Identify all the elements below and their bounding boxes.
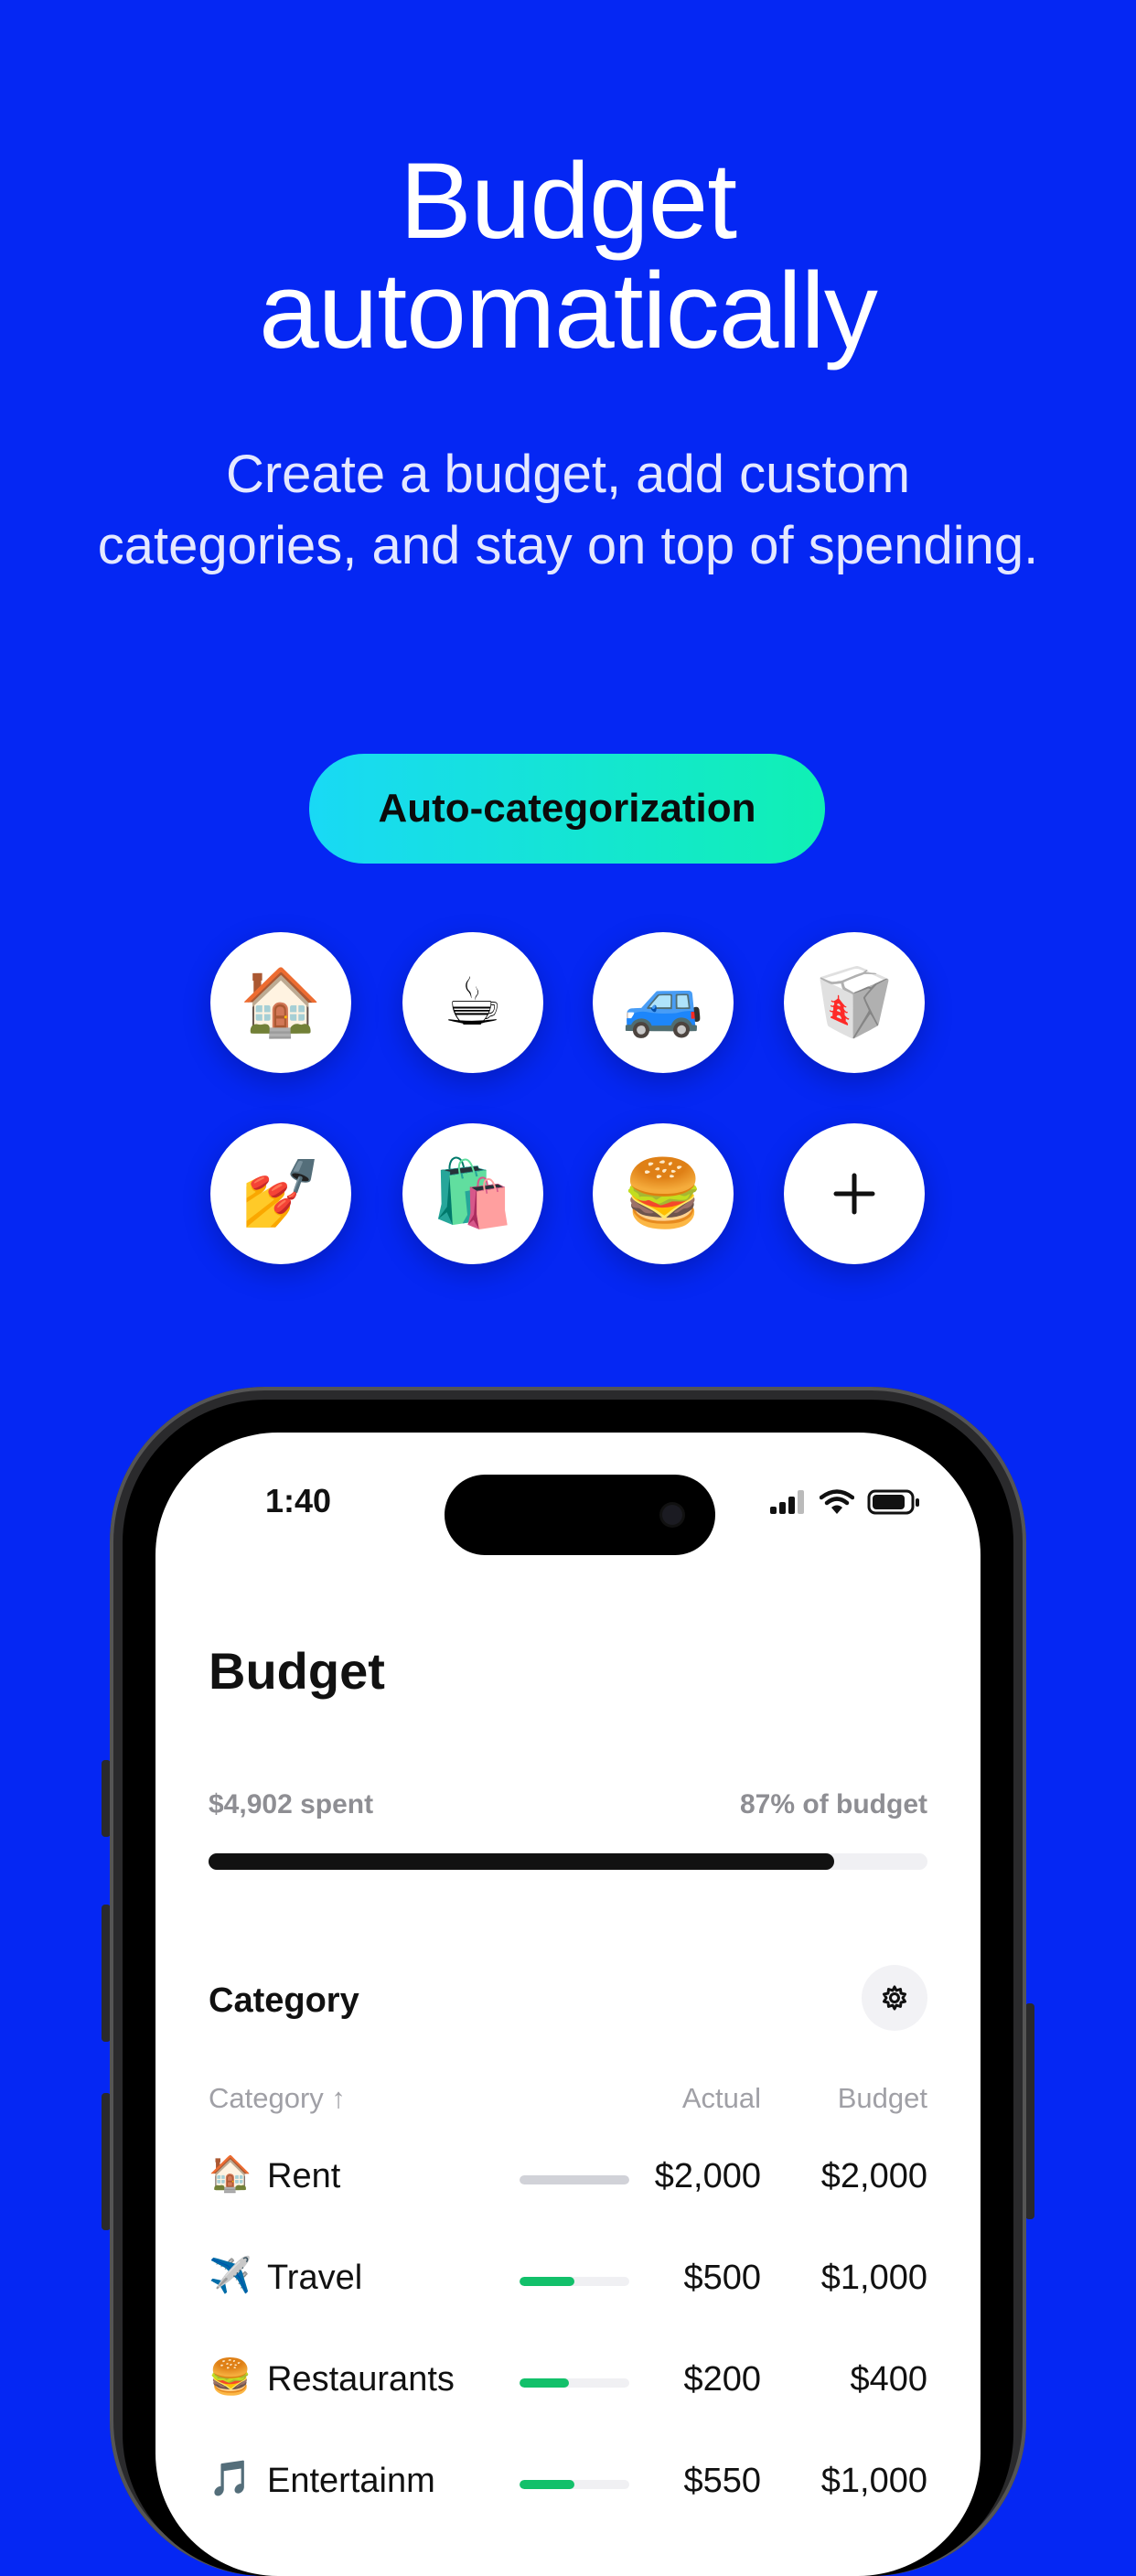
table-row[interactable]: ✈️ Travel $500 $1,000	[155, 2244, 981, 2317]
category-progress-bar	[520, 2277, 629, 2286]
category-settings-button[interactable]	[862, 1965, 927, 2031]
house-icon[interactable]: 🏠	[210, 932, 351, 1073]
column-header-budget[interactable]: Budget	[838, 2082, 927, 2115]
actual-amount: $550	[683, 2462, 761, 2500]
budget-amount: $400	[850, 2360, 927, 2399]
hero-headline: Budget automatically	[0, 146, 1136, 366]
hero-subtitle: Create a budget, add custom categories, …	[0, 439, 1136, 582]
subtitle-line-2: categories, and stay on top of spending.	[97, 516, 1039, 575]
house-icon: 🏠	[209, 2155, 252, 2194]
nail-polish-icon[interactable]: 💅	[210, 1123, 351, 1264]
coffee-icon[interactable]: ☕	[402, 932, 543, 1073]
dynamic-island	[445, 1475, 715, 1555]
column-header-actual[interactable]: Actual	[682, 2082, 761, 2115]
category-progress-bar	[520, 2175, 629, 2184]
actual-amount: $500	[683, 2259, 761, 2297]
status-time: 1:40	[265, 1482, 332, 1519]
budget-progress-fill	[209, 1853, 834, 1870]
car-icon[interactable]: 🚙	[593, 932, 734, 1073]
wifi-icon	[820, 1489, 854, 1514]
category-name: Rent	[267, 2157, 341, 2195]
phone-mockup: 1:40 Budget $4,902 spent 87% of budget C…	[110, 1387, 1026, 2576]
category-name: Restaurants	[267, 2360, 455, 2399]
burger-icon[interactable]: 🍔	[593, 1123, 734, 1264]
shopping-bags-icon[interactable]: 🛍️	[402, 1123, 543, 1264]
category-progress-fill	[520, 2378, 569, 2388]
headline-line-1: Budget	[400, 141, 737, 262]
battery-icon	[867, 1489, 919, 1515]
add-category-button[interactable]	[784, 1123, 925, 1264]
plus-icon	[833, 1173, 875, 1215]
table-row[interactable]: 🍔 Restaurants $200 $400	[155, 2345, 981, 2419]
category-progress-bar	[520, 2378, 629, 2388]
takeout-box-icon[interactable]: 🥡	[784, 932, 925, 1073]
cellular-signal-icon	[770, 1490, 804, 1514]
auto-categorization-pill: Auto-categorization	[309, 754, 825, 864]
table-row[interactable]: 🎵 Entertainm $550 $1,000	[155, 2447, 981, 2520]
headline-line-2: automatically	[259, 251, 878, 371]
category-progress-fill	[520, 2480, 574, 2489]
budget-progress-bar	[209, 1853, 927, 1870]
category-progress-fill	[520, 2277, 574, 2286]
table-row[interactable]: 🏠 Rent $2,000 $2,000	[155, 2142, 981, 2216]
budget-screen-title: Budget	[209, 1642, 385, 1700]
camera-icon	[662, 1505, 682, 1525]
budget-amount: $1,000	[820, 2462, 927, 2500]
actual-amount: $2,000	[654, 2157, 761, 2195]
spent-amount: $4,902 spent	[209, 1789, 374, 1819]
category-progress-bar	[520, 2480, 629, 2489]
column-header-category[interactable]: Category ↑	[209, 2082, 346, 2115]
gear-icon	[883, 1985, 906, 2011]
percent-of-budget: 87% of budget	[739, 1789, 927, 1819]
category-heading: Category	[209, 1981, 359, 2020]
budget-amount: $2,000	[820, 2157, 927, 2195]
category-name: Travel	[267, 2259, 363, 2297]
status-icons	[770, 1489, 920, 1515]
subtitle-line-1: Create a budget, add custom	[225, 445, 911, 504]
category-progress-fill	[520, 2175, 629, 2184]
phone-bezel: 1:40 Budget $4,902 spent 87% of budget C…	[123, 1400, 1013, 2576]
phone-power-button	[1025, 2003, 1034, 2219]
category-name: Entertainm	[267, 2462, 435, 2500]
budget-amount: $1,000	[820, 2259, 927, 2297]
burger-icon: 🍔	[209, 2358, 252, 2397]
phone-screen: 1:40 Budget $4,902 spent 87% of budget C…	[155, 1433, 981, 2576]
actual-amount: $200	[683, 2360, 761, 2399]
music-note-icon: 🎵	[209, 2460, 252, 2498]
airplane-icon: ✈️	[209, 2257, 252, 2295]
